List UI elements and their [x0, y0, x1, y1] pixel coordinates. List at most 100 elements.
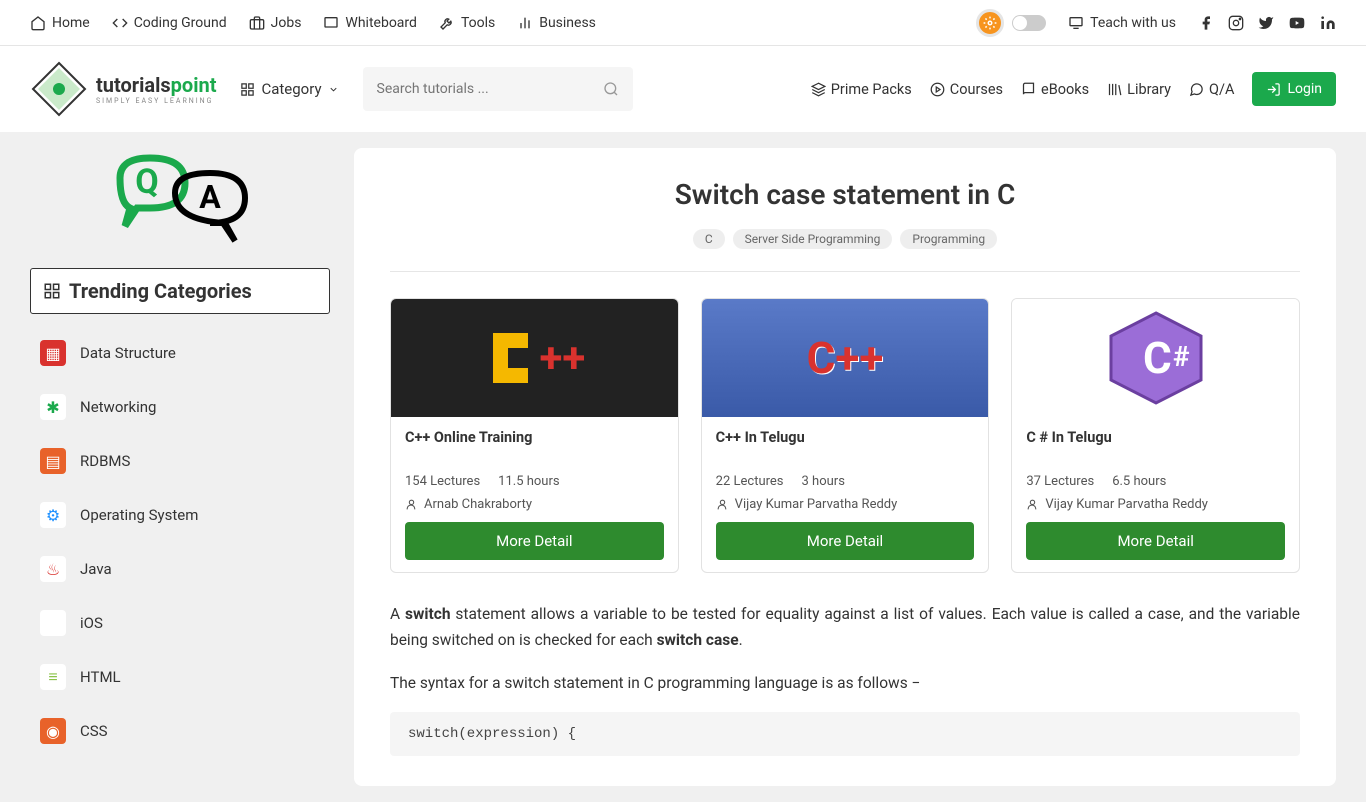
search-icon[interactable]: [603, 81, 619, 97]
facebook-icon[interactable]: [1198, 15, 1214, 31]
top-business[interactable]: Business: [517, 15, 596, 31]
nav-prime-label: Prime Packs: [831, 81, 912, 98]
topbar-left: Home Coding Ground Jobs Whiteboard Tools…: [30, 15, 596, 31]
category-item[interactable]: ◉CSS: [30, 704, 330, 758]
paragraph-1: A switch statement allows a variable to …: [390, 601, 1300, 654]
p1-pre: A: [390, 605, 405, 623]
theme-toggle[interactable]: [976, 9, 1046, 37]
logo-tagline: SIMPLY EASY LEARNING: [96, 97, 216, 105]
home-icon: [30, 15, 46, 31]
category-label: Operating System: [80, 506, 198, 524]
book-icon: [1021, 82, 1036, 97]
course-thumbnail[interactable]: ++: [391, 299, 678, 417]
nav-qa[interactable]: Q/A: [1189, 81, 1234, 98]
svg-text:C: C: [1143, 332, 1172, 384]
course-card: ++ C++ Online Training 154 Lectures11.5 …: [390, 298, 679, 573]
course-grid: ++ C++ Online Training 154 Lectures11.5 …: [390, 298, 1300, 573]
category-item[interactable]: iOS: [30, 596, 330, 650]
course-title: C++ In Telugu: [716, 429, 975, 446]
tag[interactable]: C: [693, 229, 725, 249]
play-circle-icon: [930, 82, 945, 97]
course-author: Vijay Kumar Parvatha Reddy: [1026, 497, 1285, 512]
nav-ebooks[interactable]: eBooks: [1021, 81, 1089, 98]
more-detail-button[interactable]: More Detail: [405, 522, 664, 560]
category-dropdown[interactable]: Category: [240, 80, 338, 98]
tag[interactable]: Server Side Programming: [733, 229, 893, 249]
nav-ebooks-label: eBooks: [1041, 81, 1089, 98]
category-icon: ◉: [40, 718, 66, 744]
category-icon: ≡: [40, 664, 66, 690]
logo-word1: tutorials: [96, 73, 171, 97]
category-item[interactable]: ♨Java: [30, 542, 330, 596]
category-icon: ⚙: [40, 502, 66, 528]
twitter-icon[interactable]: [1258, 15, 1274, 31]
course-thumbnail[interactable]: C++: [702, 299, 989, 417]
main-container: Q A Trending Categories ▦Data Structure✱…: [0, 132, 1366, 802]
search-input[interactable]: [377, 81, 603, 97]
social-icons: [1198, 15, 1336, 31]
tools-icon: [439, 15, 455, 31]
top-tools[interactable]: Tools: [439, 15, 495, 31]
chat-icon: [1189, 82, 1204, 97]
category-item[interactable]: ✱ Networking: [30, 380, 330, 434]
login-icon: [1266, 82, 1281, 97]
nav-prime-packs[interactable]: Prime Packs: [811, 81, 912, 98]
course-author: Vijay Kumar Parvatha Reddy: [716, 497, 975, 512]
trending-header: Trending Categories: [30, 268, 330, 314]
course-meta: 22 Lectures3 hours: [716, 474, 975, 489]
search-box[interactable]: [363, 67, 633, 111]
hours-count: 11.5 hours: [498, 474, 559, 489]
divider: [390, 271, 1300, 272]
more-detail-button[interactable]: More Detail: [1026, 522, 1285, 560]
category-label: Java: [80, 560, 112, 578]
nav-qa-label: Q/A: [1209, 81, 1234, 98]
category-label: RDBMS: [80, 452, 130, 470]
chart-icon: [517, 15, 533, 31]
login-button[interactable]: Login: [1252, 72, 1336, 106]
nav-courses[interactable]: Courses: [930, 81, 1003, 98]
youtube-icon[interactable]: [1288, 15, 1306, 31]
top-coding[interactable]: Coding Ground: [112, 15, 227, 31]
teach-link[interactable]: Teach with us: [1068, 15, 1176, 31]
person-icon: [716, 498, 729, 511]
course-body: C++ Online Training 154 Lectures11.5 hou…: [391, 417, 678, 572]
category-label: Networking: [80, 398, 156, 416]
course-body: C # In Telugu 37 Lectures6.5 hours Vijay…: [1012, 417, 1299, 572]
login-label: Login: [1287, 81, 1322, 97]
category-icon: [40, 610, 66, 636]
category-item[interactable]: ≡HTML: [30, 650, 330, 704]
instagram-icon[interactable]: [1228, 15, 1244, 31]
top-jobs[interactable]: Jobs: [249, 15, 302, 31]
tag[interactable]: Programming: [900, 229, 997, 249]
category-icon: ✱: [40, 394, 66, 420]
p1-post: .: [739, 631, 743, 649]
article-title: Switch case statement in C: [390, 178, 1300, 211]
top-whiteboard[interactable]: Whiteboard: [323, 15, 417, 31]
topbar-right: Teach with us: [976, 9, 1336, 37]
person-icon: [1026, 498, 1039, 511]
toggle-knob: [1013, 16, 1027, 30]
library-icon: [1107, 82, 1122, 97]
top-home[interactable]: Home: [30, 15, 90, 31]
hours-count: 6.5 hours: [1112, 474, 1166, 489]
package-icon: [811, 82, 826, 97]
course-thumbnail[interactable]: C#: [1012, 299, 1299, 417]
lectures-count: 37 Lectures: [1026, 474, 1094, 489]
author-name: Vijay Kumar Parvatha Reddy: [735, 497, 975, 512]
more-detail-button[interactable]: More Detail: [716, 522, 975, 560]
linkedin-icon[interactable]: [1320, 15, 1336, 31]
article: Switch case statement in C C Server Side …: [354, 148, 1336, 786]
lectures-count: 154 Lectures: [405, 474, 480, 489]
tag-row: C Server Side Programming Programming: [390, 229, 1300, 249]
category-label: Category: [261, 80, 321, 98]
author-name: Arnab Chakraborty: [424, 497, 664, 512]
nav-courses-label: Courses: [950, 81, 1003, 98]
grid-icon: [43, 282, 61, 300]
category-item[interactable]: ▦Data Structure: [30, 326, 330, 380]
category-item[interactable]: ⚙ Operating System: [30, 488, 330, 542]
nav-library[interactable]: Library: [1107, 81, 1171, 98]
category-icon: ▤: [40, 448, 66, 474]
logo[interactable]: tutorialspoint SIMPLY EASY LEARNING: [30, 60, 216, 118]
author-name: Vijay Kumar Parvatha Reddy: [1045, 497, 1285, 512]
category-item[interactable]: ▤ RDBMS: [30, 434, 330, 488]
